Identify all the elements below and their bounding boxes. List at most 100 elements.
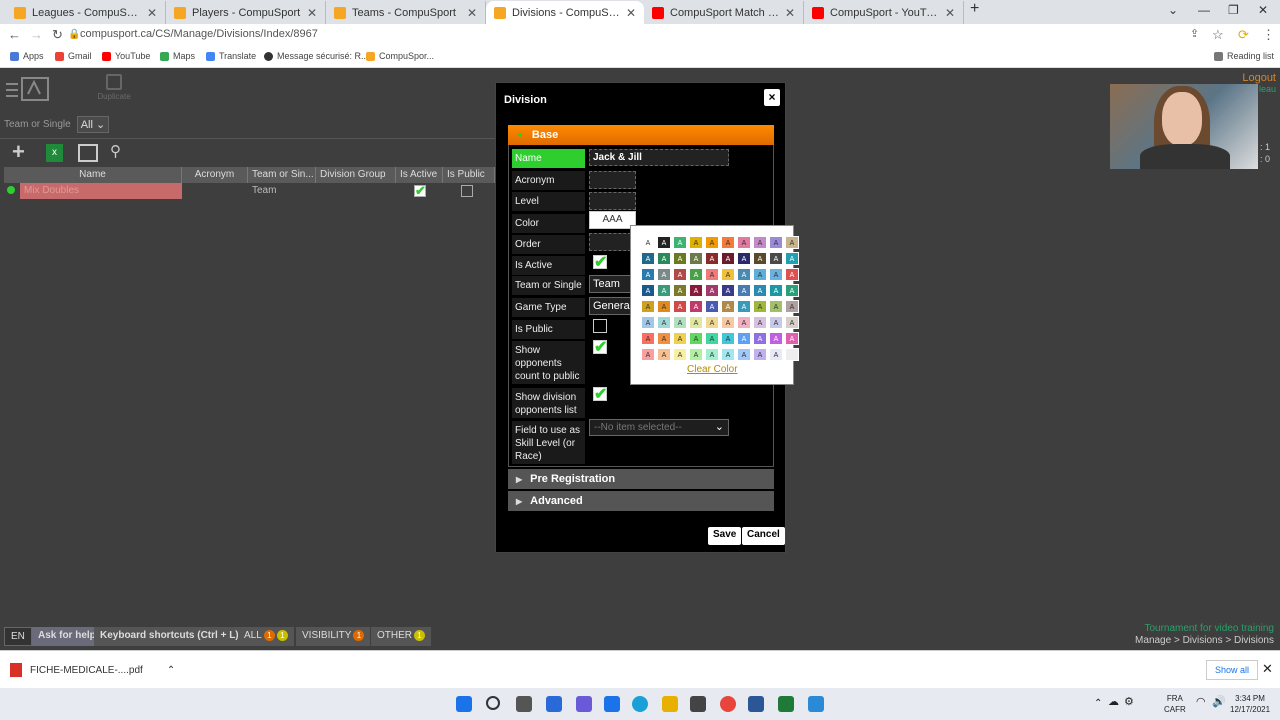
color-swatch[interactable]: A [689,332,703,345]
excel-export-icon[interactable]: x [46,144,63,162]
name-input[interactable]: Jack & Jill [589,149,729,166]
mail-icon[interactable] [604,696,620,712]
color-swatch[interactable]: A [753,252,767,265]
color-swatch[interactable]: A [689,284,703,297]
extension-icon[interactable]: ⟳ [1238,27,1249,43]
color-swatch[interactable]: A [737,316,751,329]
shortcuts-button[interactable]: Keyboard shortcuts (Ctrl + L) [94,627,245,646]
color-swatch[interactable]: A [769,300,783,313]
color-swatch[interactable]: A [769,316,783,329]
color-swatch[interactable]: A [753,316,767,329]
col-division-group[interactable]: Division Group [316,167,396,183]
color-swatch[interactable]: A [689,268,703,281]
color-swatch[interactable]: A [705,332,719,345]
color-swatch[interactable]: A [753,236,767,249]
color-swatch[interactable]: A [737,284,751,297]
color-swatch[interactable]: A [769,252,783,265]
color-swatch[interactable]: A [721,348,735,361]
section-advanced[interactable]: ▶ Advanced [508,491,774,511]
forward-icon[interactable]: → [30,27,43,42]
color-swatch[interactable]: A [641,300,655,313]
color-swatch[interactable]: A [785,300,799,313]
word-icon[interactable] [748,696,764,712]
color-swatch[interactable]: A [641,268,655,281]
tab-close-icon[interactable]: ✕ [467,6,477,20]
bookmark-star-icon[interactable]: ☆ [1212,27,1224,43]
teams-icon[interactable] [576,696,592,712]
color-swatch[interactable]: A [705,236,719,249]
show-opponents-checkbox[interactable] [593,337,607,357]
columns-icon[interactable] [78,144,98,162]
row-is-public[interactable] [443,183,495,199]
color-swatch[interactable]: A [769,332,783,345]
filter-all-button[interactable]: ALL 1 1 [238,627,294,646]
color-swatch[interactable]: A [721,332,735,345]
tab-close-icon[interactable]: ✕ [945,6,955,20]
tab-search-icon[interactable]: ⌄ [1168,3,1178,17]
color-swatch[interactable]: A [769,268,783,281]
color-swatch[interactable]: A [769,348,783,361]
cancel-button[interactable]: Cancel [742,527,785,545]
color-swatch[interactable]: A [689,252,703,265]
color-swatch[interactable]: A [721,316,735,329]
color-swatch[interactable]: A [657,284,671,297]
color-swatch[interactable]: A [641,284,655,297]
bookmark-gmail[interactable]: Gmail [55,51,92,61]
color-swatch[interactable]: A [689,236,703,249]
color-swatch[interactable]: A [721,284,735,297]
bookmark-apps[interactable]: Apps [10,51,44,61]
color-swatch[interactable]: A [721,300,735,313]
bookmark-maps[interactable]: Maps [160,51,195,61]
acronym-input[interactable] [589,171,636,189]
color-swatch[interactable]: A [785,252,799,265]
new-tab-icon[interactable]: + [970,0,979,18]
back-icon[interactable]: ← [8,27,21,42]
compusport-logo[interactable] [4,74,52,104]
search-icon[interactable] [486,696,500,710]
color-swatch[interactable]: A [657,316,671,329]
section-pre-registration[interactable]: ▶ Pre Registration [508,469,774,489]
language-button[interactable]: EN [4,627,32,646]
color-swatch[interactable]: A [657,348,671,361]
color-swatch[interactable]: A [705,316,719,329]
color-swatch[interactable]: A [673,284,687,297]
tray-chevron-icon[interactable]: ⌃ [1094,698,1102,709]
color-swatch[interactable]: A [641,316,655,329]
color-swatch[interactable]: A [673,300,687,313]
color-swatch[interactable]: A [753,268,767,281]
chevron-up-icon[interactable]: ⌃ [167,665,175,676]
start-icon[interactable] [456,696,472,712]
color-swatch[interactable]: A [657,268,671,281]
row-is-active[interactable]: ✔ [396,183,443,199]
wifi-icon[interactable]: ◠ [1196,697,1206,708]
color-swatch[interactable]: A [753,300,767,313]
edge-icon[interactable] [632,696,648,712]
color-swatch[interactable]: A [705,348,719,361]
color-swatch[interactable] [785,348,799,361]
color-input[interactable]: AAA [589,211,636,229]
download-item[interactable]: FICHE-MEDICALE-....pdf ⌃ [10,663,175,677]
color-swatch[interactable]: A [769,236,783,249]
color-swatch[interactable]: A [673,332,687,345]
settings-icon[interactable]: ⚙ [1124,697,1134,708]
color-swatch[interactable]: A [673,252,687,265]
tab-divisions[interactable]: Divisions - CompuSport ✕ [486,1,644,24]
color-swatch[interactable]: A [753,332,767,345]
is-public-checkbox[interactable] [593,319,607,333]
col-team-or-single[interactable]: Team or Sin... [248,167,316,183]
filter-select[interactable]: All ⌄ [76,116,110,133]
color-swatch[interactable]: A [785,284,799,297]
close-window-icon[interactable]: ✕ [1258,3,1268,17]
search-icon[interactable]: ⚲ [110,144,130,162]
color-swatch[interactable]: A [785,268,799,281]
cloud-icon[interactable]: ☁ [1108,697,1119,708]
color-swatch[interactable]: A [737,252,751,265]
bookmark-compusport[interactable]: CompuSpor... [366,51,434,61]
color-swatch[interactable]: A [673,268,687,281]
col-acronym[interactable]: Acronym [182,167,248,183]
col-is-public[interactable]: Is Public [443,167,495,183]
color-swatch[interactable]: A [657,332,671,345]
col-is-active[interactable]: Is Active [396,167,443,183]
excel-icon[interactable] [778,696,794,712]
team-or-single-select[interactable]: Team [589,275,633,293]
